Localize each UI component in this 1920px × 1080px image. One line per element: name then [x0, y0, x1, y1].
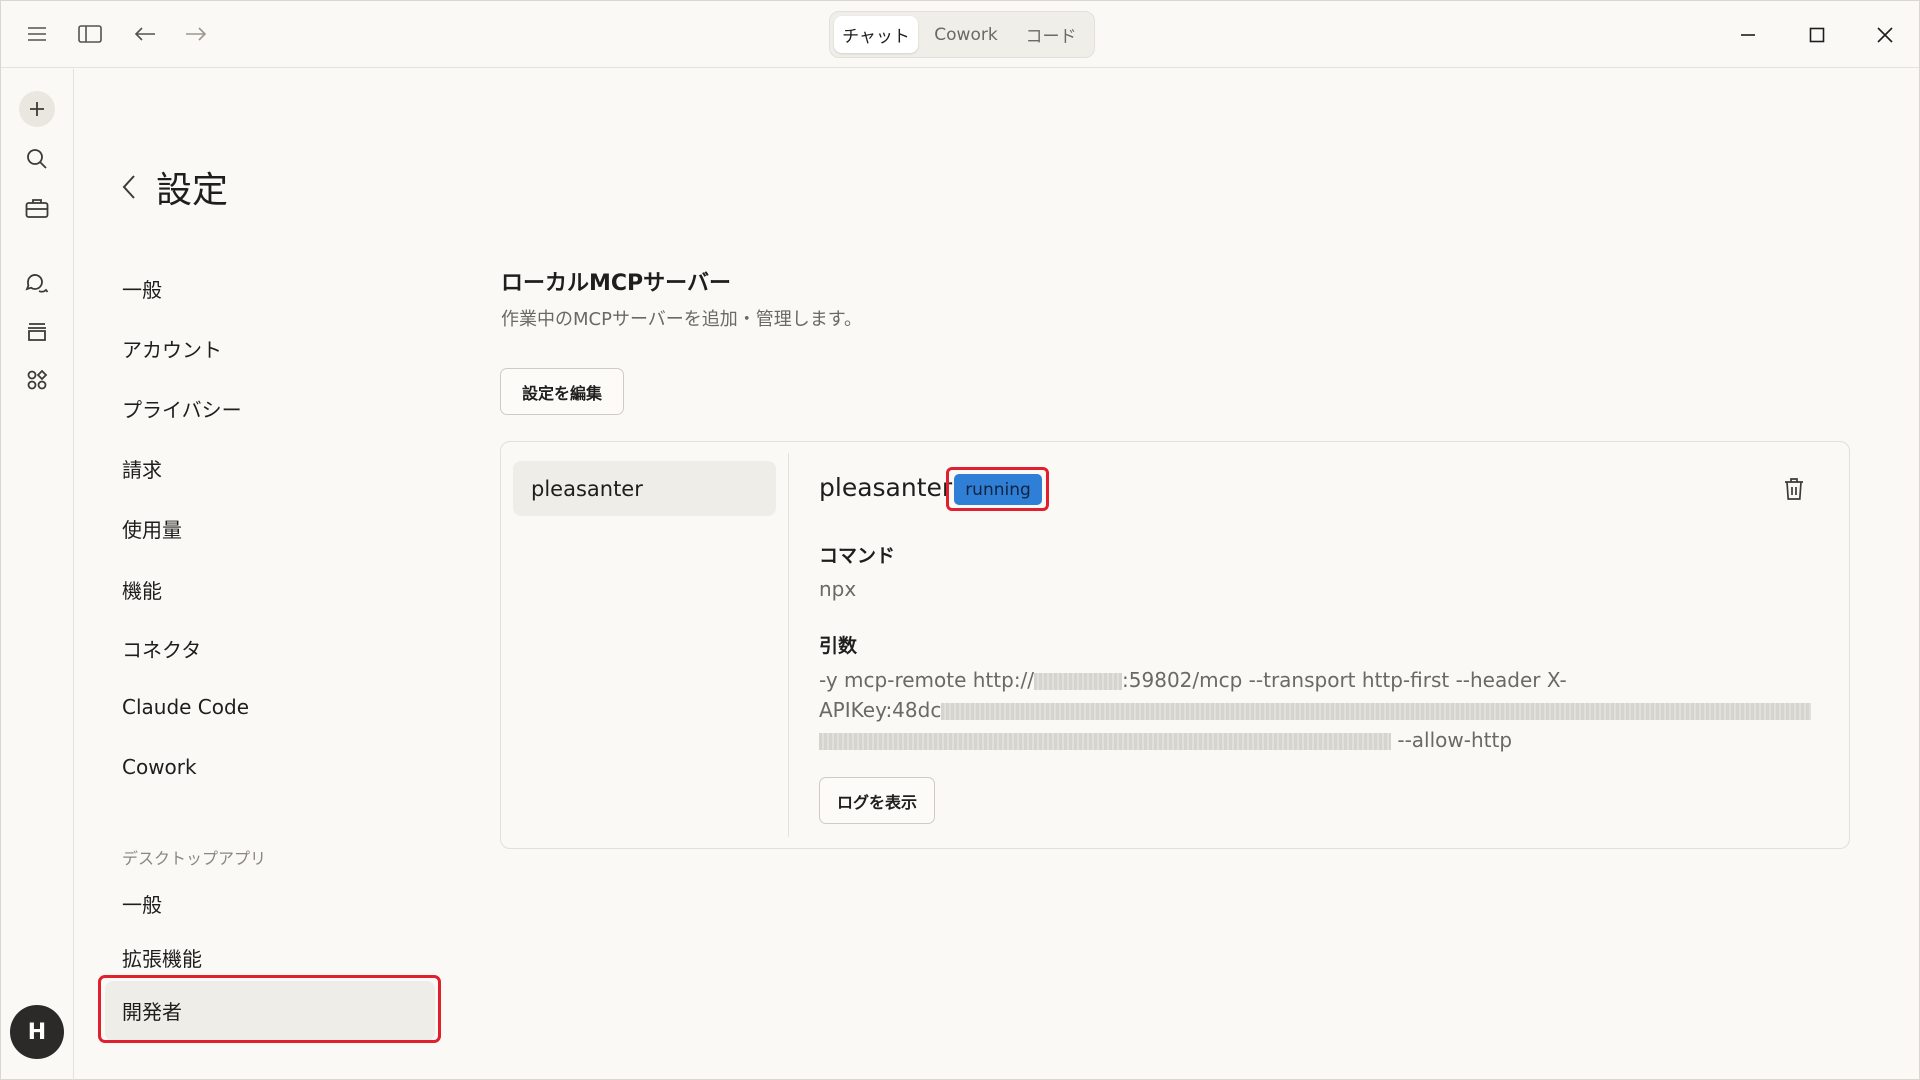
args-text-1: -y mcp-remote http:// [819, 668, 1035, 692]
mode-switcher: チャット Cowork コード [829, 11, 1095, 58]
section-title: ローカルMCPサーバー [501, 271, 731, 296]
nav-general[interactable]: 一般 [122, 274, 162, 303]
chat-bubbles-icon[interactable] [19, 265, 55, 301]
projects-icon[interactable] [19, 314, 55, 350]
toolbox-icon[interactable] [19, 190, 55, 226]
menu-icon[interactable] [21, 18, 53, 50]
title-bar: チャット Cowork コード [1, 1, 1919, 68]
maximize-icon[interactable] [1797, 15, 1837, 55]
args-text-2: :59802/mcp --transport http-first --head… [1122, 668, 1567, 692]
nav-account[interactable]: アカウント [122, 334, 222, 363]
server-list-item[interactable]: pleasanter [513, 461, 776, 516]
back-arrow-icon[interactable] [129, 18, 161, 50]
app-window: チャット Cowork コード H 設定 一般 アカウント プライバシー 請求 … [0, 0, 1920, 1080]
tab-chat[interactable]: チャット [834, 16, 918, 53]
nav-privacy[interactable]: プライバシー [122, 394, 242, 423]
search-icon[interactable] [19, 141, 55, 177]
avatar[interactable]: H [10, 1005, 64, 1059]
args-text-4: --allow-http [1391, 728, 1513, 752]
chevron-left-icon[interactable] [121, 169, 145, 205]
forward-arrow-icon[interactable] [180, 18, 212, 50]
nav-features[interactable]: 機能 [122, 575, 162, 604]
card-divider [788, 453, 789, 837]
command-value: npx [819, 577, 857, 601]
nav-billing[interactable]: 請求 [122, 454, 162, 483]
edit-config-button[interactable]: 設定を編集 [500, 368, 624, 415]
tab-code[interactable]: コード [1012, 16, 1090, 53]
trash-icon[interactable] [1783, 477, 1807, 503]
nav-section-desktop: デスクトップアプリ [122, 849, 267, 868]
args-text-3: APIKey:48dc [819, 698, 942, 722]
nav-desktop-general[interactable]: 一般 [122, 889, 162, 918]
section-description: 作業中のMCPサーバーを追加・管理します。 [501, 309, 862, 330]
nav-usage[interactable]: 使用量 [122, 514, 182, 543]
highlight-box-developer [98, 975, 441, 1043]
view-logs-button[interactable]: ログを表示 [819, 777, 935, 824]
minimize-icon[interactable] [1728, 15, 1768, 55]
redacted-host [1034, 673, 1123, 690]
nav-extensions[interactable]: 拡張機能 [122, 943, 202, 972]
server-name: pleasanter [819, 473, 953, 502]
plus-icon[interactable] [19, 91, 55, 127]
command-label: コマンド [819, 545, 896, 567]
tab-cowork[interactable]: Cowork [922, 16, 1010, 53]
close-icon[interactable] [1865, 15, 1905, 55]
args-value: -y mcp-remote http:// :59802/mcp --transp… [819, 665, 1819, 755]
redacted-key-1 [941, 703, 1812, 720]
nav-claude-code[interactable]: Claude Code [122, 695, 249, 719]
redacted-key-2 [819, 733, 1391, 750]
left-rail [1, 69, 74, 1080]
sidebar-toggle-icon[interactable] [74, 18, 106, 50]
nav-cowork[interactable]: Cowork [122, 755, 197, 779]
highlight-box-status [946, 467, 1049, 511]
args-label: 引数 [819, 635, 858, 657]
page-title: 設定 [156, 170, 229, 211]
artifacts-icon[interactable] [19, 362, 55, 398]
nav-connectors[interactable]: コネクタ [122, 634, 201, 663]
